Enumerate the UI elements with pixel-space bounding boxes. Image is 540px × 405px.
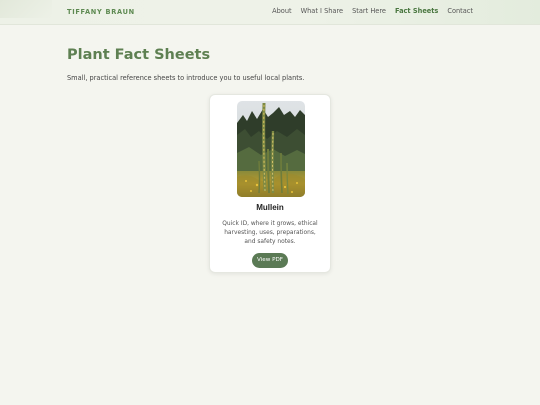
card-description: Quick ID, where it grows, ethical harves… — [222, 221, 318, 245]
brand-logo-link[interactable]: TIFFANY BRAUN — [67, 8, 135, 16]
page-title: Plant Fact Sheets — [67, 47, 211, 63]
nav-item-what-i-share[interactable]: What I Share — [301, 7, 344, 15]
mullein-photo — [237, 101, 305, 197]
card-title: Mullein — [256, 203, 284, 212]
nav-item-contact[interactable]: Contact — [447, 7, 473, 15]
view-pdf-button[interactable]: View PDF — [252, 253, 288, 268]
header-decoration — [0, 0, 52, 18]
nav-item-about[interactable]: About — [272, 7, 292, 15]
site-header: TIFFANY BRAUN About What I Share Start H… — [0, 0, 540, 25]
nav-item-start-here[interactable]: Start Here — [352, 7, 386, 15]
main-nav: About What I Share Start Here Fact Sheet… — [272, 7, 473, 15]
page-subtitle: Small, practical reference sheets to int… — [67, 74, 305, 82]
nav-item-fact-sheets[interactable]: Fact Sheets — [395, 7, 438, 15]
fact-sheet-card: Mullein Quick ID, where it grows, ethica… — [209, 94, 331, 273]
